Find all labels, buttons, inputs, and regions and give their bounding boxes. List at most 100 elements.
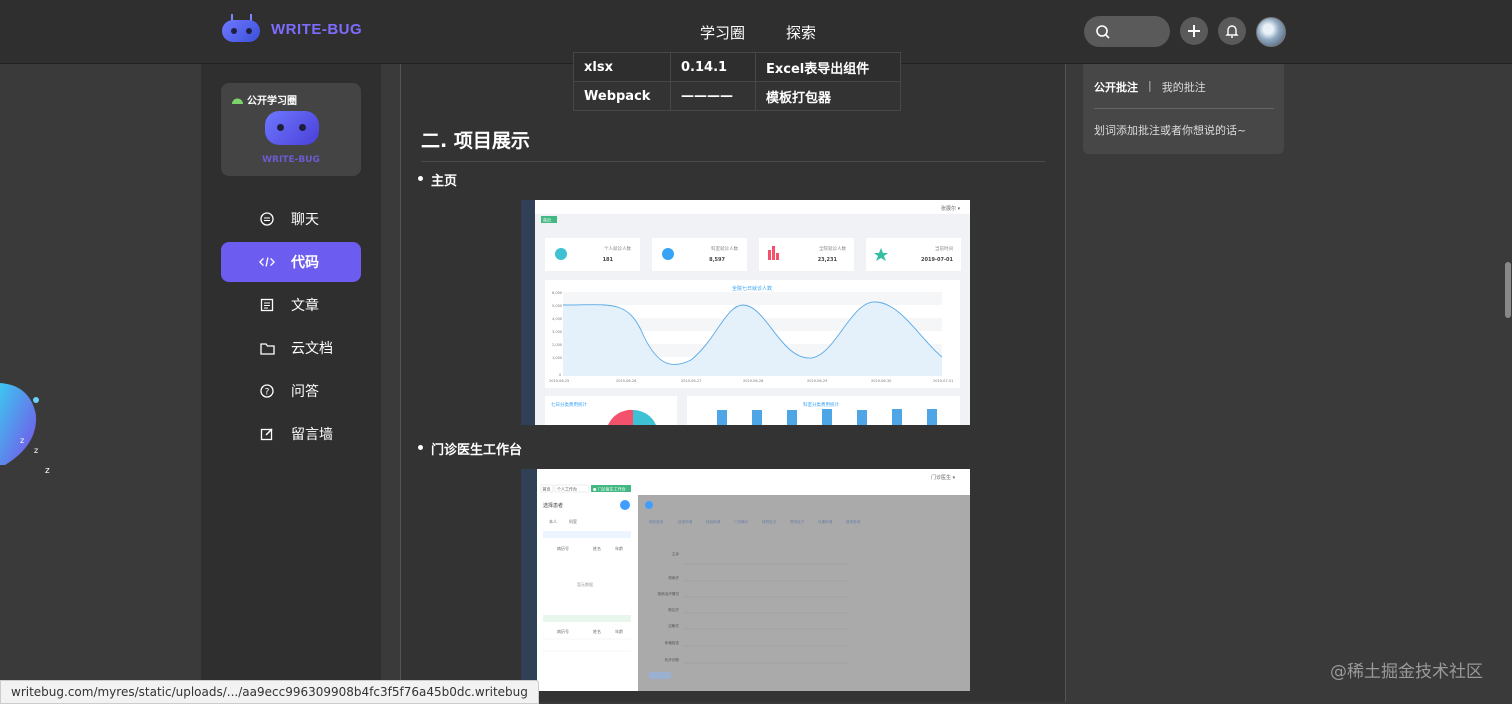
stat-card: 个人就诊人数 181 <box>545 238 640 271</box>
stat-value: 8,597 <box>709 257 725 263</box>
sidebar-item-label: 留言墙 <box>291 427 333 443</box>
stat-label: 个人就诊人数 <box>604 245 631 252</box>
tab-my-annotations[interactable]: 我的批注 <box>1162 79 1206 95</box>
nav-learning-circle[interactable]: 学习圈 <box>700 22 745 43</box>
screenshot-tab: 首页 <box>543 217 551 223</box>
sidebar-item-label: 文章 <box>291 298 319 314</box>
x-tick-label: 2019-06-25 <box>549 379 569 383</box>
status-bar-url: writebug.com/myres/static/uploads/.../aa… <box>0 680 539 704</box>
sidebar-item-label: 问答 <box>291 384 319 400</box>
svg-text:?: ? <box>265 388 270 398</box>
circle-logo-text: WRITE-BUG <box>262 155 320 165</box>
table-header: 病历号 <box>557 545 569 551</box>
edit-icon <box>259 426 275 442</box>
screenshot-tab: 个人工作台 <box>557 486 577 492</box>
empty-state: 暂无数据 <box>577 581 593 587</box>
folder-icon <box>259 340 275 356</box>
add-button[interactable] <box>1180 17 1208 45</box>
sidebar-item-message-wall[interactable]: 留言墙 <box>221 414 361 454</box>
table-cell: Webpack <box>573 81 671 111</box>
stat-value: 23,231 <box>818 257 838 263</box>
sidebar-item-label: 云文档 <box>291 341 333 357</box>
x-tick-label: 2019-06-30 <box>871 379 891 383</box>
patient-list-title: 选择患者 <box>543 502 563 509</box>
x-tick-label: 2019-06-29 <box>807 379 827 383</box>
section-heading: 二. 项目展示 <box>421 126 1045 162</box>
watermark: @稀土掘金技术社区 <box>1330 662 1483 682</box>
sidebar-item-label: 聊天 <box>291 212 319 228</box>
y-tick-label: 3,000 <box>552 330 562 334</box>
screenshot-tab: ● 门诊医生工作台 <box>593 486 626 492</box>
notification-button[interactable] <box>1218 17 1246 45</box>
form-tab: 检验申请 <box>706 519 721 524</box>
code-icon <box>259 254 275 270</box>
site-logo[interactable]: WRITE-BUG <box>220 14 362 44</box>
form-tab: 草药处方 <box>790 519 805 524</box>
y-tick-label: 6,000 <box>552 291 562 295</box>
robot-logo-icon <box>220 14 262 44</box>
form-label: 主诉 <box>672 551 680 556</box>
x-tick-label: 2019-06-27 <box>681 379 701 383</box>
screenshot-user-menu: 张展尔 ▾ <box>941 205 961 212</box>
stat-value: 2019-07-01 <box>921 257 954 263</box>
circle-tag: 公开学习圈 <box>231 92 297 107</box>
patient-list-tab: 本人 <box>549 518 557 524</box>
sidebar-item-chat[interactable]: 聊天 <box>221 199 361 239</box>
circle-card[interactable]: 公开学习圈 WRITE-BUG <box>221 83 361 176</box>
nav-explore[interactable]: 探索 <box>786 22 816 43</box>
plus-icon <box>1188 25 1200 37</box>
table-cell: Excel表导出组件 <box>755 52 901 82</box>
android-icon <box>232 98 243 104</box>
pie-chart-title: 七日分类费用统计 <box>551 401 587 408</box>
bullet-item: 门诊医生工作台 <box>417 439 522 458</box>
screenshot-tab: 首页 <box>543 486 551 492</box>
left-sidebar: 公开学习圈 WRITE-BUG 聊天 代码 文章 云文档 ? 问答 留言墙 <box>201 64 381 702</box>
form-tab: 病历首页 <box>649 519 664 524</box>
sidebar-item-cloud-docs[interactable]: 云文档 <box>221 328 361 368</box>
svg-text:z: z <box>20 436 24 445</box>
annotation-panel: 公开批注 | 我的批注 划词添加批注或者你想说的话~ <box>1083 64 1284 154</box>
divider <box>1094 108 1274 109</box>
table-header: 病历号 <box>557 628 569 634</box>
form-label: 过敏史 <box>668 623 679 628</box>
search-icon <box>1096 24 1110 39</box>
y-tick-label: 2,000 <box>552 343 562 347</box>
annotation-tabs: 公开批注 | 我的批注 <box>1094 79 1206 95</box>
table-header: 姓名 <box>593 545 601 551</box>
sidebar-item-code[interactable]: 代码 <box>221 242 361 282</box>
form-tab: 费用查询 <box>846 519 861 524</box>
form-label: 既往史 <box>668 607 679 612</box>
nav-link-explore[interactable]: 探索 <box>786 22 816 43</box>
sidebar-item-qa[interactable]: ? 问答 <box>221 371 361 411</box>
table-header: 姓名 <box>593 628 601 634</box>
circle-tag-label: 公开学习圈 <box>247 96 297 107</box>
user-avatar[interactable] <box>1256 17 1286 47</box>
tab-divider: | <box>1148 79 1152 92</box>
form-overlay <box>638 495 970 691</box>
stat-label: 当前时间 <box>935 245 953 252</box>
table-cell: xlsx <box>573 52 671 82</box>
stat-label: 全院就诊人数 <box>819 245 846 252</box>
form-tab: 处置申请 <box>818 519 833 524</box>
table-row: xlsx 0.14.1 Excel表导出组件 <box>573 52 901 82</box>
homepage-screenshot[interactable]: 张展尔 ▾ 首页 个人就诊人数 181 科室就诊人数 8,597 全院就诊人数 … <box>521 200 970 425</box>
line-chart-title: 全院七日就诊人数 <box>732 285 772 292</box>
table-row: Webpack ———— 模板打包器 <box>573 81 901 111</box>
nav-link-learning-circle[interactable]: 学习圈 <box>700 22 745 43</box>
question-icon: ? <box>259 383 275 399</box>
page-scrollbar[interactable] <box>1505 262 1511 318</box>
line-chart-area <box>563 301 942 376</box>
y-tick-label: 1,000 <box>552 356 562 360</box>
table-cell: ———— <box>670 81 756 111</box>
stat-card: 科室就诊人数 8,597 <box>652 238 747 271</box>
patient-list-tab: 科室 <box>569 518 577 524</box>
search-input[interactable] <box>1084 16 1170 47</box>
bullet-item: 主页 <box>417 170 457 189</box>
sidebar-item-article[interactable]: 文章 <box>221 285 361 325</box>
screenshot-user-menu: 门诊医生 ▾ <box>931 474 956 481</box>
doctor-workstation-screenshot[interactable]: 门诊医生 ▾ 首页 个人工作台 ● 门诊医生工作台 选择患者 本人 科室 病历号… <box>521 469 970 691</box>
table-cell: 0.14.1 <box>670 52 756 82</box>
tab-public-annotations[interactable]: 公开批注 <box>1094 79 1138 95</box>
y-tick-label: 0 <box>559 373 561 377</box>
stat-value: 181 <box>603 257 614 263</box>
